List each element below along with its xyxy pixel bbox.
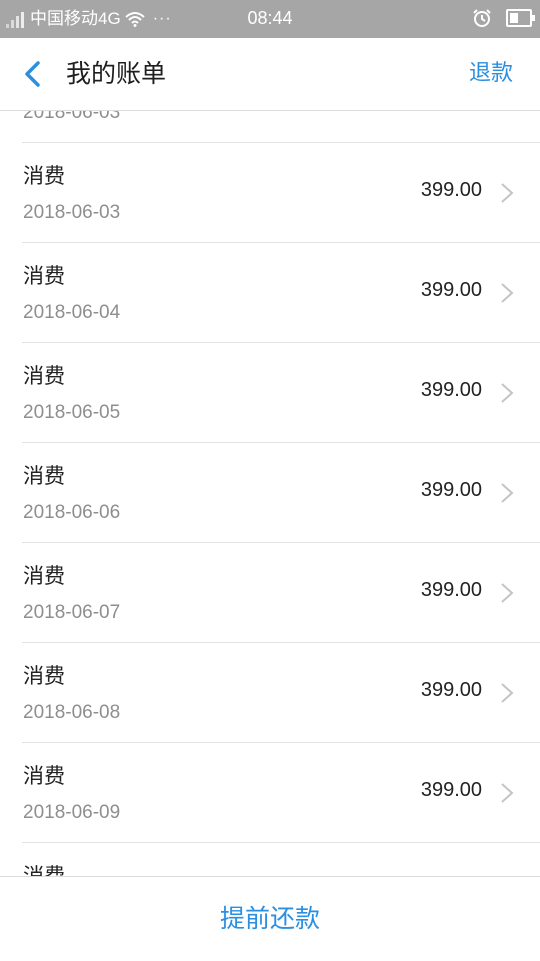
alarm-icon	[473, 9, 491, 27]
list-item-partial-bottom[interactable]: 消费	[22, 843, 540, 876]
bill-type: 消费	[23, 764, 65, 788]
bill-list-inner: 2018-06-03 消费 2018-06-03 399.00 消费 2018-…	[0, 111, 540, 876]
prepay-button[interactable]: 提前还款	[0, 877, 540, 961]
chevron-right-icon	[501, 283, 514, 303]
status-right	[472, 8, 535, 28]
bill-type: 消费	[23, 164, 65, 188]
chevron-right-icon	[501, 683, 514, 703]
refund-button[interactable]: 退款	[469, 38, 513, 110]
bill-amount: 399.00	[420, 379, 482, 401]
bill-amount: 399.00	[420, 179, 482, 201]
bill-amount: 399.00	[420, 679, 482, 701]
bill-date: 2018-06-06	[23, 502, 121, 523]
list-item[interactable]: 消费 2018-06-04 399.00	[22, 243, 540, 343]
chevron-right-icon	[501, 383, 514, 403]
page-title: 我的账单	[66, 59, 167, 88]
bill-date: 2018-06-05	[23, 402, 121, 423]
bill-type: 消费	[23, 864, 65, 876]
list-item[interactable]: 消费 2018-06-05 399.00	[22, 343, 540, 443]
chevron-right-icon	[501, 783, 514, 803]
bill-type: 消费	[23, 264, 65, 288]
list-item[interactable]: 消费 2018-06-06 399.00	[22, 443, 540, 543]
bill-date: 2018-06-03	[23, 202, 121, 223]
bill-amount: 399.00	[420, 479, 482, 501]
list-item[interactable]: 消费 2018-06-03 399.00	[22, 143, 540, 243]
list-item-partial-top[interactable]: 2018-06-03	[22, 111, 540, 143]
bill-amount: 399.00	[420, 579, 482, 601]
bill-type: 消费	[23, 464, 65, 488]
bill-type: 消费	[23, 364, 65, 388]
battery-icon	[506, 9, 535, 27]
bill-type: 消费	[23, 664, 65, 688]
bottom-bar: 提前还款	[0, 876, 540, 961]
bill-date: 2018-06-04	[23, 302, 121, 323]
bill-date: 2018-06-08	[23, 702, 121, 723]
bill-list[interactable]: 2018-06-03 消费 2018-06-03 399.00 消费 2018-…	[0, 111, 540, 876]
bill-amount: 399.00	[420, 279, 482, 301]
back-arrow-icon[interactable]	[20, 60, 46, 88]
list-item[interactable]: 消费 2018-06-09 399.00	[22, 743, 540, 843]
status-bar: 中国移动4G ··· 08:44	[0, 0, 540, 38]
bill-date: 2018-06-03	[23, 111, 121, 123]
list-item[interactable]: 消费 2018-06-07 399.00	[22, 543, 540, 643]
bill-date: 2018-06-07	[23, 602, 121, 623]
app-header: 我的账单 退款	[0, 38, 540, 111]
chevron-right-icon	[501, 183, 514, 203]
bill-type: 消费	[23, 564, 65, 588]
list-item[interactable]: 消费 2018-06-08 399.00	[22, 643, 540, 743]
bill-date: 2018-06-09	[23, 802, 121, 823]
clock-time: 08:44	[247, 8, 293, 28]
bill-amount: 399.00	[420, 779, 482, 801]
chevron-right-icon	[501, 483, 514, 503]
chevron-right-icon	[501, 583, 514, 603]
